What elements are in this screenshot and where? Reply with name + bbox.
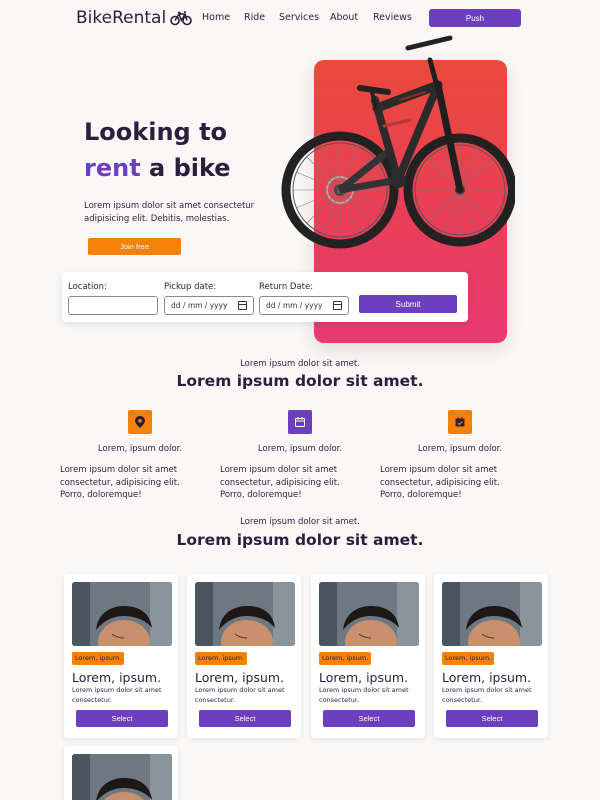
nav-link-home[interactable]: Home <box>202 12 244 23</box>
nav-links: Home Ride Services About Reviews <box>202 12 412 23</box>
return-date-placeholder: dd / mm / yyyy <box>266 301 323 310</box>
hero-title-line1: Looking to <box>84 118 228 146</box>
card-tag: Lorem, ipsum. <box>442 652 495 665</box>
card-description: Lorem ipsum dolor sit amet consectetur. <box>72 686 162 704</box>
submit-button[interactable]: Submit <box>359 295 457 313</box>
push-button[interactable]: Push <box>429 9 521 27</box>
product-card: Lorem, ipsum. Lorem, ipsum. Lorem ipsum … <box>64 574 178 738</box>
nav-link-ride[interactable]: Ride <box>244 12 279 23</box>
card-title: Lorem, ipsum. <box>72 670 162 685</box>
card-title: Lorem, ipsum. <box>442 670 532 685</box>
feature-description: Lorem ipsum dolor sit amet consectetur, … <box>380 465 500 500</box>
select-button[interactable]: Select <box>323 710 415 727</box>
return-date-input[interactable]: dd / mm / yyyy <box>259 296 349 315</box>
profile-photo <box>319 582 419 646</box>
card-tag: Lorem, ipsum. <box>72 652 125 665</box>
select-button[interactable]: Select <box>446 710 538 727</box>
mountain-bike-image <box>281 35 515 249</box>
bike-frame <box>337 35 464 194</box>
map-pin-icon <box>128 410 152 434</box>
feature-title: Lorem, ipsum dolor. <box>257 444 343 454</box>
feature-title: Lorem, ipsum dolor. <box>97 444 183 454</box>
return-date-field: Return Date: dd / mm / yyyy <box>259 282 349 315</box>
hero-title-line2: rent a bike <box>84 150 231 186</box>
feature-description: Lorem ipsum dolor sit amet consectetur, … <box>220 465 340 500</box>
card-description: Lorem ipsum dolor sit amet consectetur. <box>195 686 285 704</box>
card-title: Lorem, ipsum. <box>195 670 285 685</box>
section-title: Lorem ipsum dolor sit amet. <box>176 372 424 390</box>
booking-form: Location: Pickup date: dd / mm / yyyy Re… <box>62 272 468 322</box>
card-tag: Lorem, ipsum. <box>319 652 372 665</box>
profile-photo <box>72 582 172 646</box>
calendar-check-icon <box>448 410 472 434</box>
brand-logo[interactable]: BikeRental <box>76 8 192 28</box>
section-subtitle: Lorem ipsum dolor sit amet. <box>240 517 360 527</box>
card-description: Lorem ipsum dolor sit amet consectetur. <box>442 686 532 704</box>
brand-name: BikeRental <box>76 8 167 28</box>
profile-photo <box>195 582 295 646</box>
feature-title: Lorem, ipsum dolor. <box>417 444 503 454</box>
product-card: Lorem, ipsum. Lorem, ipsum. Lorem ipsum … <box>434 574 548 738</box>
select-button[interactable]: Select <box>76 710 168 727</box>
calendar-icon[interactable] <box>238 301 247 310</box>
product-card: Lorem, ipsum. Lorem, ipsum. Lorem ipsum … <box>187 574 301 738</box>
nav-link-services[interactable]: Services <box>279 12 330 23</box>
pickup-date-input[interactable]: dd / mm / yyyy <box>164 296 254 315</box>
section-title: Lorem ipsum dolor sit amet. <box>176 531 424 549</box>
feature-description: Lorem ipsum dolor sit amet consectetur, … <box>60 465 180 500</box>
card-tag: Lorem, ipsum. <box>195 652 248 665</box>
location-field: Location: <box>68 282 158 315</box>
product-card: Lorem, ipsum. Lorem, ipsum. Lorem ipsum … <box>311 574 425 738</box>
pickup-date-label: Pickup date: <box>164 282 217 292</box>
location-input[interactable] <box>68 296 158 315</box>
nav-link-about[interactable]: About <box>330 12 373 23</box>
profile-photo <box>72 754 172 800</box>
hero-title: Looking to rent a bike <box>84 114 231 186</box>
return-date-label: Return Date: <box>259 282 314 292</box>
card-title: Lorem, ipsum. <box>319 670 409 685</box>
hero-description: Lorem ipsum dolor sit amet consectetur a… <box>84 201 255 224</box>
hero-title-rest: a bike <box>149 154 231 182</box>
join-free-button[interactable]: Join free <box>88 238 181 255</box>
nav-link-reviews[interactable]: Reviews <box>373 12 412 23</box>
pickup-date-field: Pickup date: dd / mm / yyyy <box>164 282 254 315</box>
calendar-icon[interactable] <box>333 301 342 310</box>
calendar-icon <box>288 410 312 434</box>
bicycle-icon <box>170 11 192 26</box>
section-subtitle: Lorem ipsum dolor sit amet. <box>240 359 360 369</box>
card-description: Lorem ipsum dolor sit amet consectetur. <box>319 686 409 704</box>
hero-title-accent: rent <box>84 154 141 182</box>
select-button[interactable]: Select <box>199 710 291 727</box>
profile-photo <box>442 582 542 646</box>
pickup-date-placeholder: dd / mm / yyyy <box>171 301 228 310</box>
product-card <box>64 746 178 800</box>
location-label: Location: <box>68 282 107 292</box>
